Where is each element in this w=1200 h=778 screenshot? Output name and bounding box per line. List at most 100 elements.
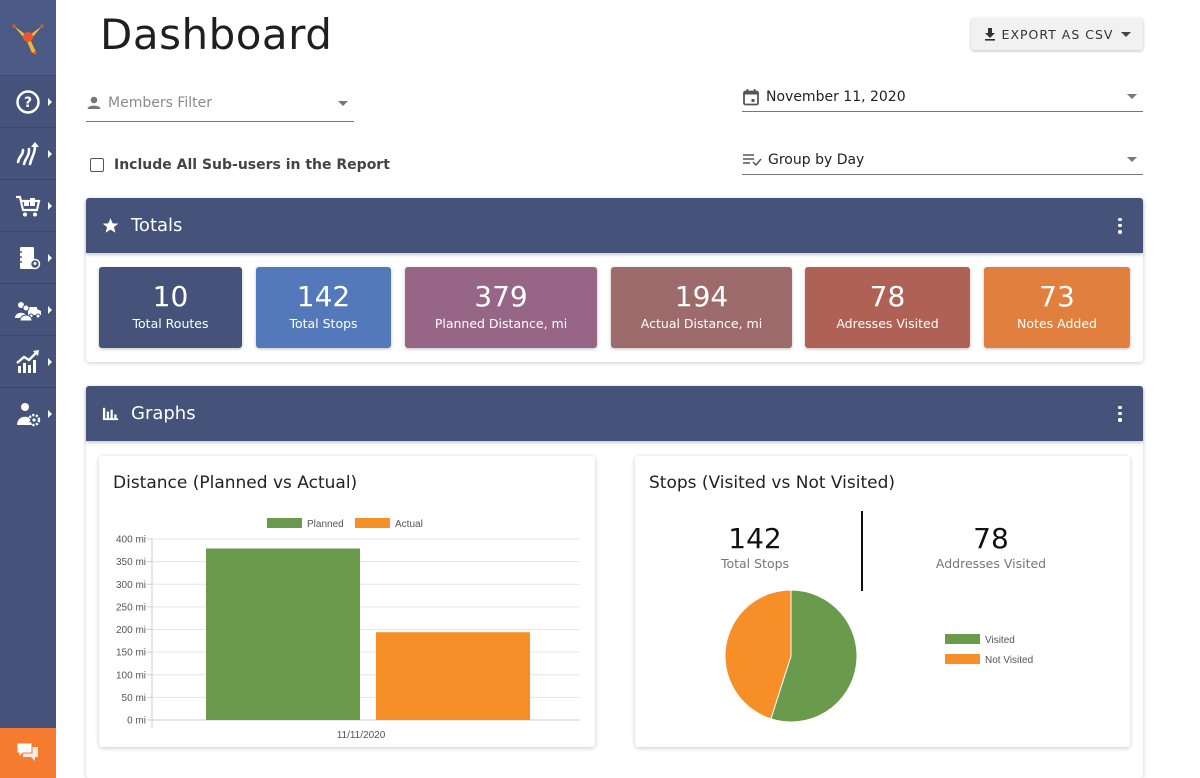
distance-bar-chart: 0 mi 50 mi 100 mi 150 mi 200 mi 250 mi 300 mi 3… <box>116 518 580 741</box>
expand-arrow-icon <box>48 149 52 158</box>
sidebar: ? <box>0 0 56 778</box>
y-tick-label: 150 mi <box>116 648 146 659</box>
include-subusers-label: Include All Sub-users in the Report <box>114 157 390 173</box>
tile-total-stops: 142 Total Stops <box>256 267 391 348</box>
orders-cart-icon <box>16 195 41 216</box>
y-tick-label: 300 mi <box>116 580 146 591</box>
tile-label: Planned Distance, mi <box>434 316 568 331</box>
export-csv-label: EXPORT AS CSV <box>1001 26 1114 42</box>
legend-swatch-planned <box>267 518 302 528</box>
expand-arrow-icon <box>48 97 52 106</box>
tile-actual-distance: 194 Actual Distance, mi <box>611 267 792 348</box>
legend-swatch-actual <box>355 518 390 528</box>
tile-addresses-visited: 78 Adresses Visited <box>805 267 970 348</box>
sidebar-item-orders[interactable] <box>0 179 56 231</box>
tile-total-routes: 10 Total Routes <box>99 267 242 348</box>
legend-label-visited: Visited <box>985 635 1015 646</box>
tile-value: 194 <box>674 280 729 313</box>
stops-chart-card: Stops (Visited vs Not Visited) 142 Total… <box>635 456 1130 747</box>
logo-icon <box>12 23 44 55</box>
tile-value: 10 <box>152 280 189 313</box>
graphs-title: Graphs <box>131 403 196 424</box>
group-list-check-icon <box>743 153 762 166</box>
caret-down-icon <box>1127 94 1137 99</box>
group-by-select[interactable]: Group by Day <box>742 145 1143 175</box>
members-filter-select[interactable]: Members Filter <box>86 85 354 122</box>
date-select[interactable]: November 11, 2020 <box>742 82 1143 112</box>
tile-label: Total Routes <box>132 316 209 331</box>
legend-label-not-visited: Not Visited <box>985 655 1033 666</box>
expand-arrow-icon <box>48 357 52 366</box>
reports-icon <box>16 349 39 373</box>
sidebar-item-help[interactable]: ? <box>0 75 56 127</box>
totals-tiles: 10 Total Routes 142 Total Stops 379 Plan… <box>99 267 1130 348</box>
graphs-more-menu-icon[interactable] <box>1113 405 1127 422</box>
tile-value: 379 <box>474 280 528 313</box>
sidebar-item-reports[interactable] <box>0 335 56 387</box>
address-book-icon <box>18 246 41 269</box>
sidebar-item-team-vehicles[interactable] <box>0 283 56 335</box>
chat-icon <box>16 742 38 761</box>
tile-label: Adresses Visited <box>836 316 939 331</box>
download-icon <box>984 28 995 41</box>
x-tick-label: 11/11/2020 <box>337 730 386 741</box>
graphs-panel-header: Graphs <box>86 386 1143 441</box>
sidebar-item-address-book[interactable] <box>0 231 56 283</box>
totals-panel-header: Totals <box>86 198 1143 253</box>
legend-swatch-visited <box>945 634 980 644</box>
totals-title: Totals <box>131 215 183 236</box>
page-title: Dashboard <box>100 10 333 59</box>
tile-label: Actual Distance, mi <box>640 316 763 331</box>
svg-text:?: ? <box>24 95 32 111</box>
tile-notes-added: 73 Notes Added <box>984 267 1130 348</box>
routes-icon <box>16 141 39 165</box>
totals-more-menu-icon[interactable] <box>1113 217 1127 234</box>
star-icon <box>102 218 119 233</box>
members-filter-placeholder: Members Filter <box>108 95 213 111</box>
tile-label: Total Stops <box>289 316 358 331</box>
y-tick-label: 200 mi <box>116 625 146 636</box>
person-icon <box>87 96 101 109</box>
chat-button[interactable] <box>0 728 56 778</box>
expand-arrow-icon <box>48 253 52 262</box>
caret-down-icon <box>1127 157 1137 162</box>
legend-label-actual: Actual <box>395 519 423 530</box>
y-tick-label: 350 mi <box>116 557 146 568</box>
tile-value: 78 <box>869 280 906 313</box>
calendar-icon <box>743 88 759 105</box>
app-logo[interactable] <box>0 0 56 75</box>
help-icon: ? <box>16 89 40 114</box>
y-tick-label: 50 mi <box>122 693 146 704</box>
expand-arrow-icon <box>48 201 52 210</box>
include-subusers-checkbox-row[interactable]: Include All Sub-users in the Report <box>90 157 390 173</box>
export-csv-button[interactable]: EXPORT AS CSV <box>971 18 1143 50</box>
expand-arrow-icon <box>48 409 52 418</box>
tile-value: 73 <box>1039 280 1075 313</box>
graphs-panel: Graphs Distance (Planned vs Actual) 0 mi… <box>86 386 1143 778</box>
y-tick-label: 0 mi <box>127 716 146 727</box>
legend-swatch-not-visited <box>945 654 980 664</box>
include-subusers-checkbox[interactable] <box>90 158 104 172</box>
sidebar-item-settings[interactable] <box>0 387 56 439</box>
expand-arrow-icon <box>48 305 52 314</box>
sidebar-item-routes[interactable] <box>0 127 56 179</box>
team-vehicles-icon <box>15 301 41 321</box>
distance-chart-card: Distance (Planned vs Actual) 0 mi 50 mi 10… <box>99 456 595 747</box>
main-content: Dashboard EXPORT AS CSV Members Filter I… <box>56 0 1200 778</box>
y-tick-label: 100 mi <box>116 670 146 681</box>
bar-actual <box>376 632 530 720</box>
y-tick-label: 250 mi <box>116 602 146 613</box>
tile-planned-distance: 379 Planned Distance, mi <box>405 267 597 348</box>
caret-down-icon <box>338 100 348 106</box>
date-value: November 11, 2020 <box>766 88 906 105</box>
bar-chart-icon <box>102 407 119 421</box>
bar-planned <box>206 548 360 720</box>
stops-pie-chart: Visited Not Visited <box>724 589 1033 723</box>
y-tick-label: 400 mi <box>116 535 146 546</box>
tile-label: Notes Added <box>1017 316 1097 331</box>
tile-value: 142 <box>296 280 351 313</box>
legend-label-planned: Planned <box>307 519 344 530</box>
user-settings-icon <box>17 402 41 426</box>
group-by-value: Group by Day <box>768 151 865 168</box>
caret-down-icon <box>1121 31 1132 37</box>
